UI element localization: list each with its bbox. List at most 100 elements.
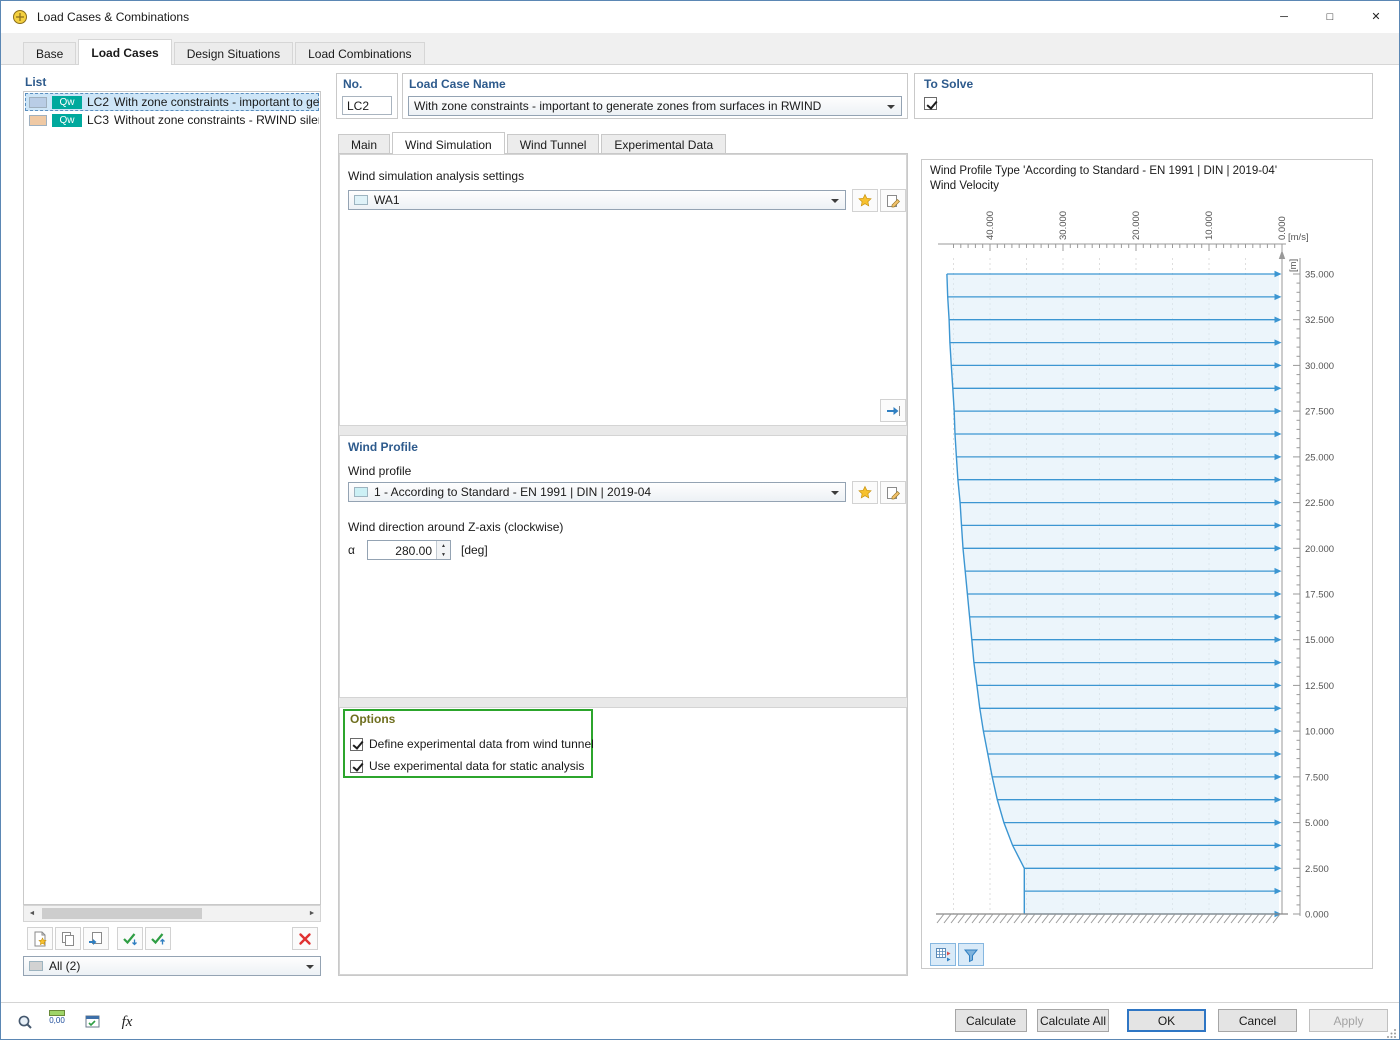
options-section: Options Define experimental data from wi… [339, 707, 907, 975]
check-button[interactable] [117, 927, 143, 950]
load-case-number-field[interactable]: LC2 [342, 96, 392, 115]
list-label: List [25, 75, 46, 89]
title-bar: Load Cases & Combinations ─ □ ✕ [1, 1, 1399, 33]
chart-title: Wind Profile Type 'According to Standard… [930, 165, 1277, 177]
wind-sim-settings-value: WA1 [374, 193, 400, 207]
wind-simulation-settings-section: Wind simulation analysis settings WA1 [339, 154, 907, 426]
wind-profile-label: Wind profile [348, 464, 411, 478]
list-item-lc3[interactable]: Qw LC3 Without zone constraints - RWIND … [25, 111, 319, 129]
spin-up-button[interactable]: ▲ [437, 541, 450, 550]
settings-button[interactable] [79, 1009, 107, 1035]
svg-text:5.000: 5.000 [1305, 818, 1329, 829]
to-solve-box: To Solve [914, 73, 1373, 119]
edit-profile-button[interactable] [880, 481, 906, 504]
svg-text:10.000: 10.000 [1305, 727, 1334, 738]
tab-design-situations[interactable]: Design Situations [174, 42, 293, 64]
wind-sim-settings-label: Wind simulation analysis settings [348, 169, 524, 183]
load-case-category-badge: Qw [52, 114, 82, 127]
resize-grip[interactable] [1387, 1028, 1397, 1038]
wind-simulation-page: Wind simulation analysis settings WA1 Wi… [338, 153, 908, 976]
load-cases-dialog: Load Cases & Combinations ─ □ ✕ Base Loa… [0, 0, 1400, 1040]
maximize-button[interactable]: □ [1307, 1, 1353, 32]
load-case-name-combo[interactable]: With zone constraints - important to gen… [408, 96, 902, 116]
calculator-icon: 0,00 [47, 1010, 67, 1030]
minimize-button[interactable]: ─ [1261, 1, 1307, 32]
chart-values-button[interactable] [930, 943, 956, 966]
footer-bar: 0,00 fx Calculate Calculate All OK Cance… [1, 1002, 1399, 1039]
check-all-button[interactable] [145, 927, 171, 950]
use-experimental-data-checkbox[interactable] [350, 760, 363, 773]
wind-sim-settings-combo[interactable]: WA1 [348, 190, 846, 210]
no-box: No. LC2 [336, 73, 398, 119]
window-icon [11, 8, 29, 26]
wind-profile-chart-panel: Wind Profile Type 'According to Standard… [921, 159, 1373, 969]
alpha-symbol: α [348, 543, 355, 557]
svg-text:12.500: 12.500 [1305, 681, 1334, 692]
scroll-left-button[interactable]: ◄ [24, 906, 40, 921]
new-settings-button[interactable] [852, 189, 878, 212]
svg-text:35.000: 35.000 [1305, 270, 1334, 281]
scrollbar-thumb[interactable] [42, 908, 202, 919]
fx-icon: fx [122, 1014, 133, 1031]
copy-button[interactable] [55, 927, 81, 950]
tab-load-combinations[interactable]: Load Combinations [295, 42, 424, 64]
to-solve-checkbox[interactable] [924, 97, 937, 110]
tab-wind-tunnel[interactable]: Wind Tunnel [507, 134, 600, 153]
spin-down-button[interactable]: ▼ [437, 550, 450, 559]
name-box: Load Case Name With zone constraints - i… [402, 73, 908, 119]
define-experimental-data-label: Define experimental data from wind tunne… [369, 737, 594, 751]
tab-base[interactable]: Base [23, 42, 76, 64]
chevron-down-icon [831, 199, 839, 203]
insert-copy-button[interactable] [83, 927, 109, 950]
calculate-button[interactable]: Calculate [955, 1009, 1027, 1032]
cancel-button[interactable]: Cancel [1218, 1009, 1297, 1032]
define-experimental-data-checkbox[interactable] [350, 738, 363, 751]
load-case-name-label: Load Case Name [409, 77, 506, 91]
formula-button[interactable]: fx [113, 1009, 141, 1035]
calculator-button[interactable]: 0,00 [43, 1007, 71, 1033]
new-button[interactable] [27, 927, 53, 950]
svg-text:22.500: 22.500 [1305, 498, 1334, 509]
tab-experimental-data[interactable]: Experimental Data [601, 134, 726, 153]
no-label: No. [343, 77, 362, 91]
load-case-id: LC2 [87, 95, 109, 109]
tab-wind-simulation[interactable]: Wind Simulation [392, 132, 505, 154]
list-horizontal-scrollbar[interactable]: ◄ ► [23, 905, 321, 922]
tab-main[interactable]: Main [338, 134, 390, 153]
tab-load-cases[interactable]: Load Cases [78, 39, 171, 65]
chevron-down-icon [306, 965, 314, 969]
calculate-all-button[interactable]: Calculate All [1037, 1009, 1109, 1032]
scrollbar-track[interactable] [40, 906, 304, 921]
rwind-export-button[interactable] [880, 399, 906, 422]
load-case-name: With zone constraints - important to gen… [114, 95, 319, 109]
profile-color-swatch [354, 487, 368, 497]
scroll-right-button[interactable]: ► [304, 906, 320, 921]
wind-profile-combo[interactable]: 1 - According to Standard - EN 1991 | DI… [348, 482, 846, 502]
find-button[interactable] [11, 1009, 39, 1035]
list-filter-combo[interactable]: All (2) [23, 956, 321, 976]
wind-profile-section: Wind Profile Wind profile 1 - According … [339, 435, 907, 698]
svg-text:2.500: 2.500 [1305, 864, 1329, 875]
svg-text:0.000: 0.000 [1305, 910, 1329, 921]
wind-direction-spinner[interactable]: 280.00 ▲ ▼ [367, 540, 451, 560]
check-all-icon [150, 931, 166, 947]
svg-text:[m/s]: [m/s] [1288, 232, 1309, 243]
load-case-list: Qw LC2 With zone constraints - important… [23, 91, 321, 905]
copy-icon [60, 931, 76, 947]
ok-button[interactable]: OK [1127, 1009, 1206, 1032]
apply-button[interactable]: Apply [1309, 1009, 1388, 1032]
delete-icon [298, 932, 312, 946]
wind-profile-value: 1 - According to Standard - EN 1991 | DI… [374, 485, 651, 499]
svg-text:30.000: 30.000 [1058, 211, 1069, 240]
close-button[interactable]: ✕ [1353, 1, 1399, 32]
check-icon [122, 931, 138, 947]
load-case-name: Without zone constraints - RWIND siler [114, 113, 319, 127]
delete-button[interactable] [292, 927, 318, 950]
new-profile-button[interactable] [852, 481, 878, 504]
load-case-color-swatch [29, 97, 47, 108]
list-item-lc2[interactable]: Qw LC2 With zone constraints - important… [25, 93, 319, 111]
load-case-name-value: With zone constraints - important to gen… [414, 99, 821, 113]
edit-settings-button[interactable] [880, 189, 906, 212]
chart-filter-button[interactable] [958, 943, 984, 966]
alpha-unit-label: [deg] [461, 543, 488, 557]
